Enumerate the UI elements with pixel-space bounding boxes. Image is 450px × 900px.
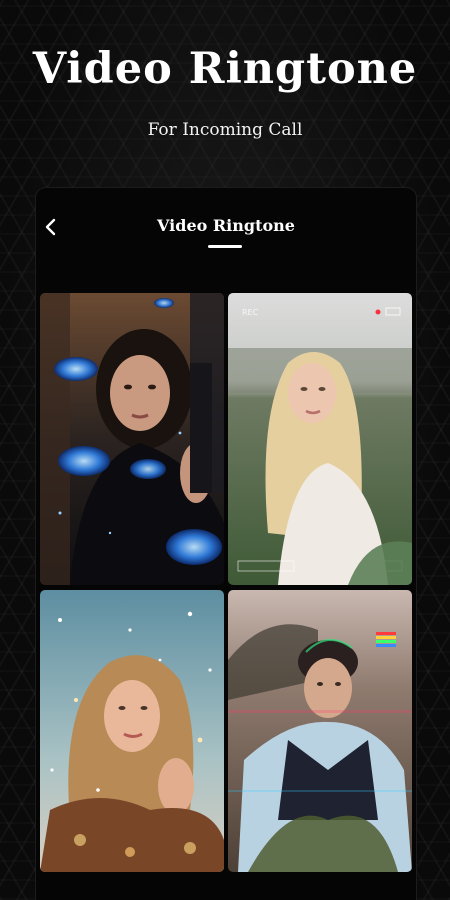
thumbnail-sparkle-girl[interactable]	[40, 590, 224, 872]
headline-title: Video Ringtone	[32, 44, 418, 94]
thumbnail-glitch-boy[interactable]	[228, 590, 412, 872]
svg-text:REC: REC	[242, 308, 259, 317]
thumbnail-blonde-girl[interactable]: REC	[228, 293, 412, 585]
phone-screen: Video Ringtone REC	[36, 188, 416, 900]
screen-title-underline	[208, 245, 242, 248]
thumbnail-butterfly-girl[interactable]	[40, 293, 224, 585]
screen-title: Video Ringtone	[157, 216, 295, 235]
headline-subtitle: For Incoming Call	[147, 120, 303, 140]
